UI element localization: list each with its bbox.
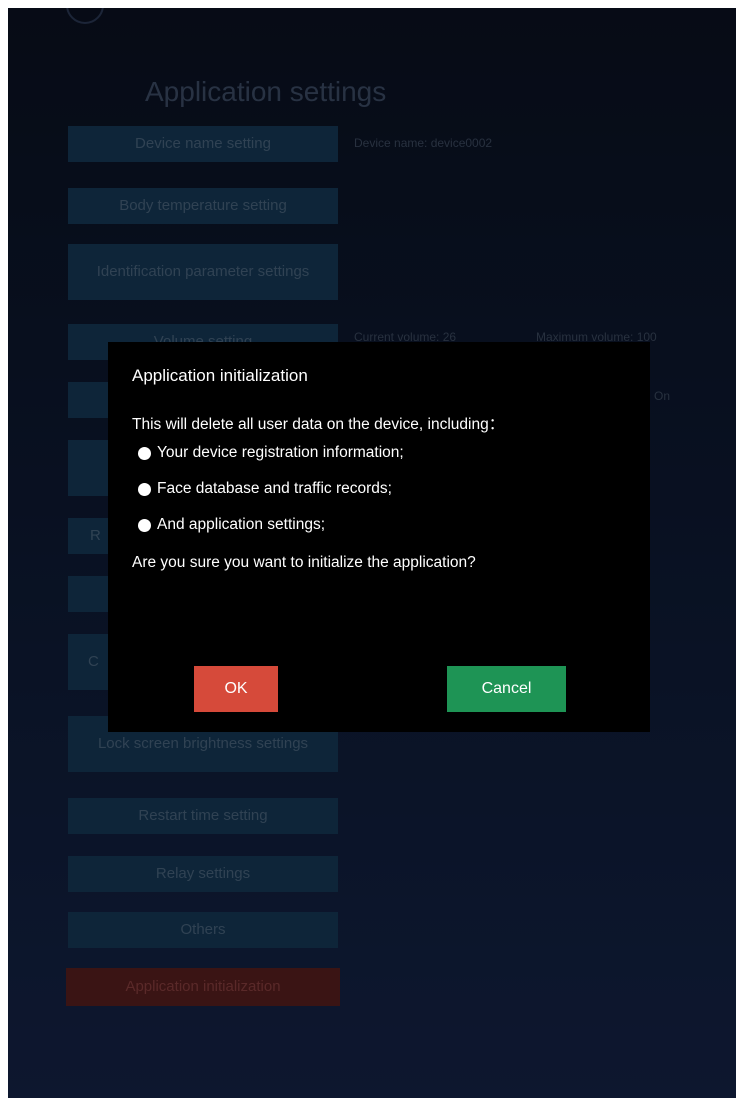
dialog-list-item-text: Your device registration information; xyxy=(157,444,404,461)
dialog-list-item-text: And application settings; xyxy=(157,516,326,533)
ok-button[interactable]: OK xyxy=(194,666,278,712)
dialog-list-item: Your device registration information; xyxy=(138,444,404,462)
app-init-dialog: Application initialization This will del… xyxy=(108,342,650,732)
cancel-button[interactable]: Cancel xyxy=(447,666,566,712)
dialog-title: Application initialization xyxy=(132,366,308,385)
bullet-icon xyxy=(138,518,151,532)
bullet-icon xyxy=(138,482,151,496)
app-screen: Application settings Device name setting… xyxy=(8,8,736,1098)
dialog-question: Are you sure you want to initialize the … xyxy=(132,554,476,571)
dialog-list-item: And application settings; xyxy=(138,516,325,534)
dialog-list-item: Face database and traffic records; xyxy=(138,480,392,498)
bullet-icon xyxy=(138,446,151,460)
dialog-list-item-text: Face database and traffic records; xyxy=(157,480,392,497)
dialog-message: This will delete all user data on the de… xyxy=(132,416,505,433)
